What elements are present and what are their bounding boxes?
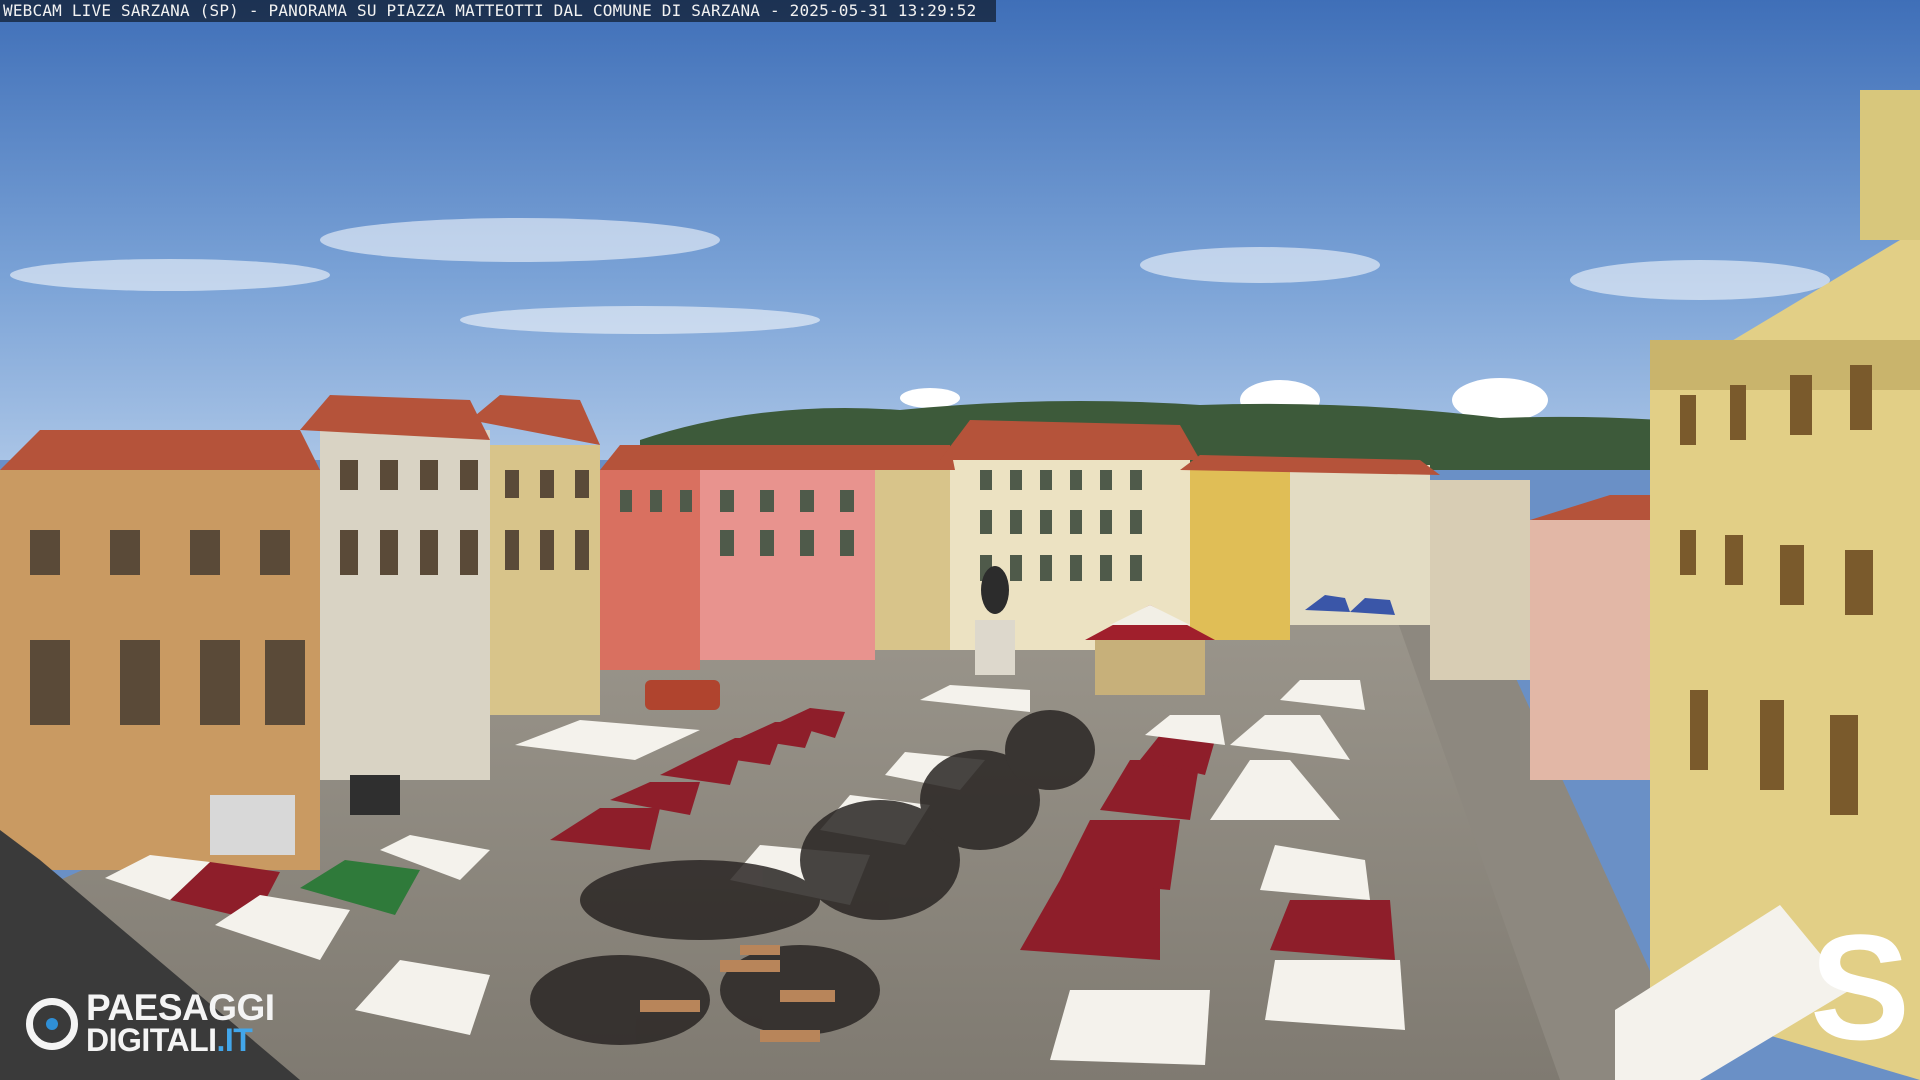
webcam-scene: [0, 0, 1920, 1080]
webcam-caption-overlay: WEBCAM LIVE SARZANA (SP) - PANORAMA SU P…: [0, 0, 997, 22]
lens-ring-icon: [26, 998, 78, 1050]
caption-text: WEBCAM LIVE SARZANA (SP) - PANORAMA SU P…: [3, 1, 977, 20]
paesaggi-digitali-logo: PAESAGGI DIGITALI.IT: [26, 988, 275, 1060]
logo-tld: .IT: [216, 1022, 253, 1058]
logo-word-digitali: DIGITALI.IT: [86, 1024, 275, 1056]
sarzana-brand-mark: S: [1810, 903, 1911, 1071]
logo-word-digitali-text: DIGITALI: [86, 1022, 217, 1058]
logo-word-paesaggi: PAESAGGI: [86, 987, 275, 1028]
sky: [0, 0, 1920, 460]
